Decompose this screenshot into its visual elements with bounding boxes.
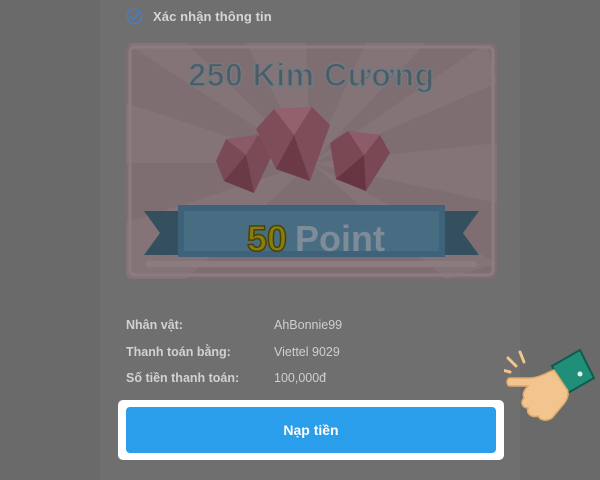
package-title: 250 Kim Cương (188, 56, 435, 94)
detail-row-character: Nhân vật: AhBonnie99 (126, 312, 466, 339)
order-details: Nhân vật: AhBonnie99 Thanh toán bằng: Vi… (126, 312, 466, 392)
detail-value: Viettel 9029 (274, 344, 340, 359)
topup-button[interactable]: Nạp tiền (126, 407, 496, 453)
check-circle-icon (126, 8, 143, 25)
detail-row-amount: Số tiền thanh toán: 100,000đ (126, 365, 466, 392)
hand-pointer-icon (504, 348, 596, 421)
ribbon-points-number: 50 (246, 217, 288, 260)
detail-value: AhBonnie99 (274, 318, 343, 333)
detail-label: Thanh toán bằng: (126, 344, 231, 359)
detail-label: Nhân vật: (126, 318, 183, 333)
ribbon-points-word: Point (295, 218, 386, 259)
detail-value: 100,000đ (274, 371, 327, 386)
ribbon-label: 50 Point (186, 217, 446, 260)
confirm-info-header: Xác nhận thông tin (126, 8, 272, 25)
confirm-info-label: Xác nhận thông tin (153, 9, 272, 24)
detail-row-payment-method: Thanh toán bằng: Viettel 9029 (126, 339, 466, 366)
package-image: 250 Kim Cương 50 Point (126, 43, 497, 279)
page: Xác nhận thông tin 250 Kim Cương 50 Poin… (0, 0, 600, 480)
detail-label: Số tiền thanh toán: (126, 371, 240, 386)
